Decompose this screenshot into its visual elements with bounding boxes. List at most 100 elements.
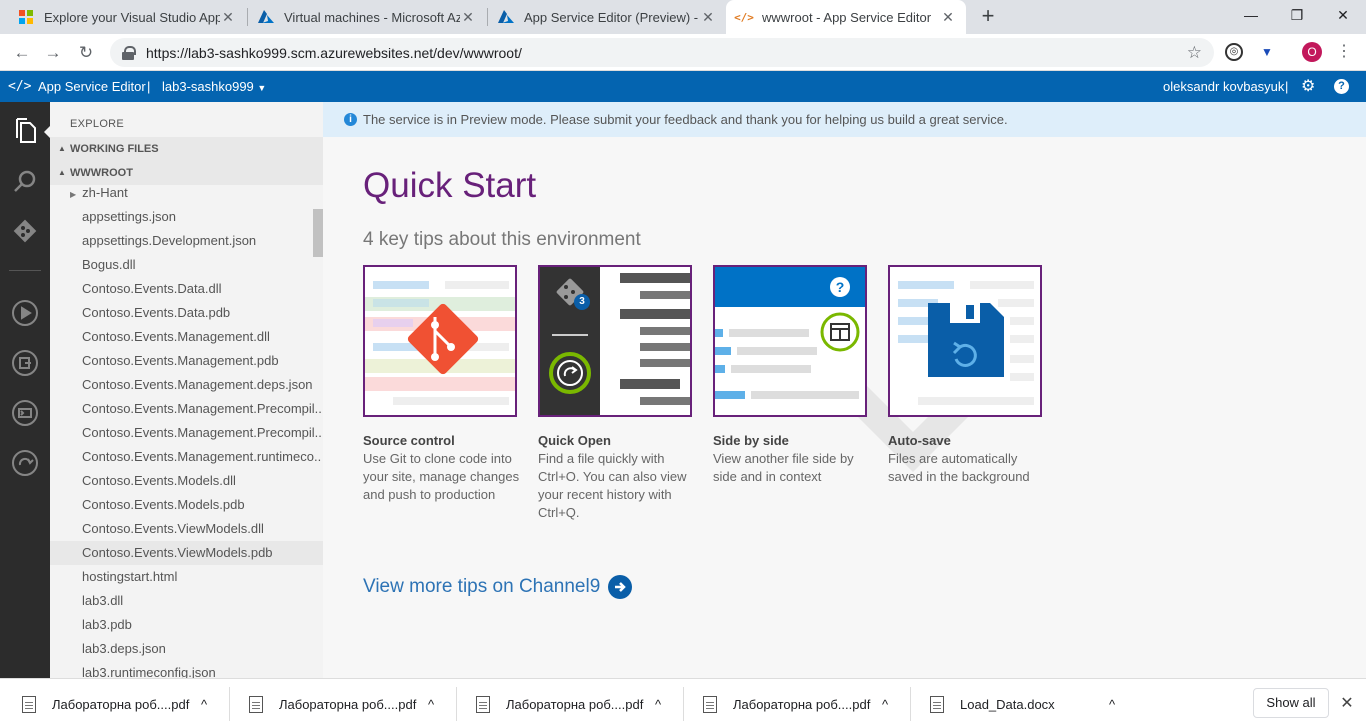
download-filename: Лабораторна роб....pdf: [279, 696, 417, 712]
chevron-up-icon[interactable]: ^: [1109, 679, 1115, 728]
tab-title: Virtual machines - Microsoft Azu: [284, 9, 460, 25]
file-item[interactable]: lab3.deps.json: [82, 637, 322, 661]
source-control-illustration: [365, 281, 515, 405]
pdf-file-icon: [476, 695, 490, 713]
file-item[interactable]: Contoso.Events.ViewModels.pdb: [50, 541, 323, 565]
file-item[interactable]: Contoso.Events.Management.Precompil...: [82, 421, 322, 445]
working-files-section[interactable]: ▲ WORKING FILES: [50, 137, 323, 161]
reload-icon[interactable]: ↻: [73, 40, 99, 66]
site-selector[interactable]: lab3-sashko999 ▼: [162, 71, 266, 102]
chevron-up-icon[interactable]: ^: [655, 679, 661, 728]
tab-title: Explore your Visual Studio App P: [44, 9, 220, 25]
file-item[interactable]: lab3.dll: [82, 589, 322, 613]
folder-item[interactable]: ▶ zh-Hant: [70, 181, 310, 205]
side-by-side-card[interactable]: ?: [713, 265, 867, 417]
minimize-button[interactable]: —: [1228, 0, 1274, 30]
show-all-button[interactable]: Show all: [1253, 688, 1329, 718]
info-icon: i: [344, 113, 357, 126]
chevron-up-icon[interactable]: ^: [201, 679, 207, 728]
extension-icon[interactable]: ◎: [1225, 43, 1243, 61]
browser-tab-2[interactable]: Virtual machines - Microsoft Azu ✕: [248, 0, 486, 34]
git-icon[interactable]: [8, 214, 42, 248]
divider: [9, 270, 41, 271]
tab-title: App Service Editor (Preview) - M: [524, 9, 700, 25]
scrollbar-thumb[interactable]: [313, 209, 323, 257]
new-tab-button[interactable]: +: [976, 4, 1000, 30]
bookmark-star-icon[interactable]: ☆: [1187, 43, 1202, 63]
explorer-sidebar: EXPLORE ▲ WORKING FILES ▲ WWWROOT ▶ zh-Hant…: [50, 102, 323, 678]
section-label: WWWROOT: [70, 167, 133, 179]
file-item[interactable]: Contoso.Events.Management.runtimeco...: [82, 445, 322, 469]
file-item[interactable]: Contoso.Events.Management.Precompil...: [82, 397, 322, 421]
file-item[interactable]: Contoso.Events.Models.dll: [82, 469, 322, 493]
quick-open-card[interactable]: 3: [538, 265, 692, 417]
close-icon[interactable]: ✕: [1338, 693, 1356, 713]
file-item[interactable]: appsettings.json: [82, 205, 322, 229]
search-icon[interactable]: [8, 164, 42, 198]
file-item[interactable]: lab3.runtimeconfig.json: [82, 661, 322, 678]
close-tab-icon[interactable]: ✕: [460, 9, 476, 26]
browser-tab-3[interactable]: App Service Editor (Preview) - M ✕: [488, 0, 726, 34]
back-arrow-icon[interactable]: ←: [9, 40, 35, 66]
download-item-5[interactable]: Load_Data.docx: [930, 679, 1055, 728]
code-logo-icon: </>: [8, 79, 32, 94]
azure-icon: [258, 9, 274, 25]
browser-tab-1[interactable]: Explore your Visual Studio App P ✕: [8, 0, 246, 34]
close-tab-icon[interactable]: ✕: [940, 9, 956, 26]
pdf-file-icon: [249, 695, 263, 713]
windows-logo-icon: [18, 9, 34, 25]
close-tab-icon[interactable]: ✕: [220, 9, 236, 26]
app-header: </> App Service Editor | lab3-sashko999 …: [0, 71, 1366, 102]
maximize-button[interactable]: ❐: [1274, 0, 1320, 30]
browser-tab-4[interactable]: </> wwwroot - App Service Editor ✕: [726, 0, 966, 34]
file-item[interactable]: Contoso.Events.ViewModels.dll: [82, 517, 322, 541]
file-item[interactable]: Contoso.Events.Management.pdb: [82, 349, 322, 373]
download-item-4[interactable]: Лабораторна роб....pdf: [703, 679, 870, 728]
menu-dots-icon[interactable]: ⋮: [1334, 42, 1354, 62]
card-title: Side by side: [713, 433, 789, 448]
vpn-extension-icon[interactable]: ▼: [1257, 42, 1277, 62]
header-separator: |: [147, 79, 151, 94]
close-window-button[interactable]: ✕: [1320, 0, 1366, 30]
download-item-3[interactable]: Лабораторна роб....pdf: [476, 679, 643, 728]
file-item[interactable]: Contoso.Events.Management.deps.json: [82, 373, 322, 397]
user-name[interactable]: oleksandr kovbasyuk: [1163, 71, 1284, 102]
arrow-right-circle-icon: [608, 575, 633, 599]
output-icon[interactable]: [8, 346, 42, 380]
download-item-1[interactable]: Лабораторна роб....pdf: [22, 679, 189, 728]
download-item-2[interactable]: Лабораторна роб....pdf: [249, 679, 416, 728]
file-item[interactable]: hostingstart.html: [82, 565, 322, 589]
file-item[interactable]: Contoso.Events.Models.pdb: [82, 493, 322, 517]
console-icon[interactable]: [8, 396, 42, 430]
docx-file-icon: [930, 695, 944, 713]
explorer-files-icon[interactable]: [8, 114, 42, 148]
gear-icon[interactable]: ⚙: [1301, 71, 1315, 102]
auto-save-card[interactable]: [888, 265, 1042, 417]
file-item[interactable]: lab3.pdb: [82, 613, 322, 637]
chevron-up-icon[interactable]: ^: [882, 679, 888, 728]
file-item[interactable]: Contoso.Events.Data.pdb: [82, 301, 322, 325]
main-content: i The service is in Preview mode. Please…: [323, 102, 1366, 678]
profile-avatar[interactable]: O: [1302, 42, 1322, 62]
help-icon[interactable]: ?: [1334, 79, 1349, 94]
source-control-card[interactable]: [363, 265, 517, 417]
side-by-side-description: Side by side View another file side by s…: [713, 432, 873, 486]
auto-save-illustration: [898, 281, 1034, 405]
file-item[interactable]: Bogus.dll: [82, 253, 322, 277]
history-icon[interactable]: [8, 446, 42, 480]
close-tab-icon[interactable]: ✕: [700, 9, 716, 26]
forward-arrow-icon[interactable]: →: [40, 40, 66, 66]
file-item[interactable]: appsettings.Development.json: [82, 229, 322, 253]
chevron-up-icon[interactable]: ^: [428, 679, 434, 728]
url-field[interactable]: https://lab3-sashko999.scm.azurewebsites…: [110, 38, 1214, 67]
link-text: View more tips on Channel9: [363, 576, 601, 597]
file-item[interactable]: Contoso.Events.Management.dll: [82, 325, 322, 349]
card-title: Auto-save: [888, 433, 951, 448]
channel9-link[interactable]: View more tips on Channel9: [363, 575, 633, 599]
browser-tab-bar: Explore your Visual Studio App P ✕ Virtu…: [0, 0, 1366, 34]
file-item[interactable]: Contoso.Events.Data.dll: [82, 277, 322, 301]
site-name: lab3-sashko999: [162, 79, 254, 94]
section-label: WORKING FILES: [70, 143, 159, 155]
run-icon[interactable]: [8, 296, 42, 330]
download-filename: Load_Data.docx: [960, 696, 1055, 712]
